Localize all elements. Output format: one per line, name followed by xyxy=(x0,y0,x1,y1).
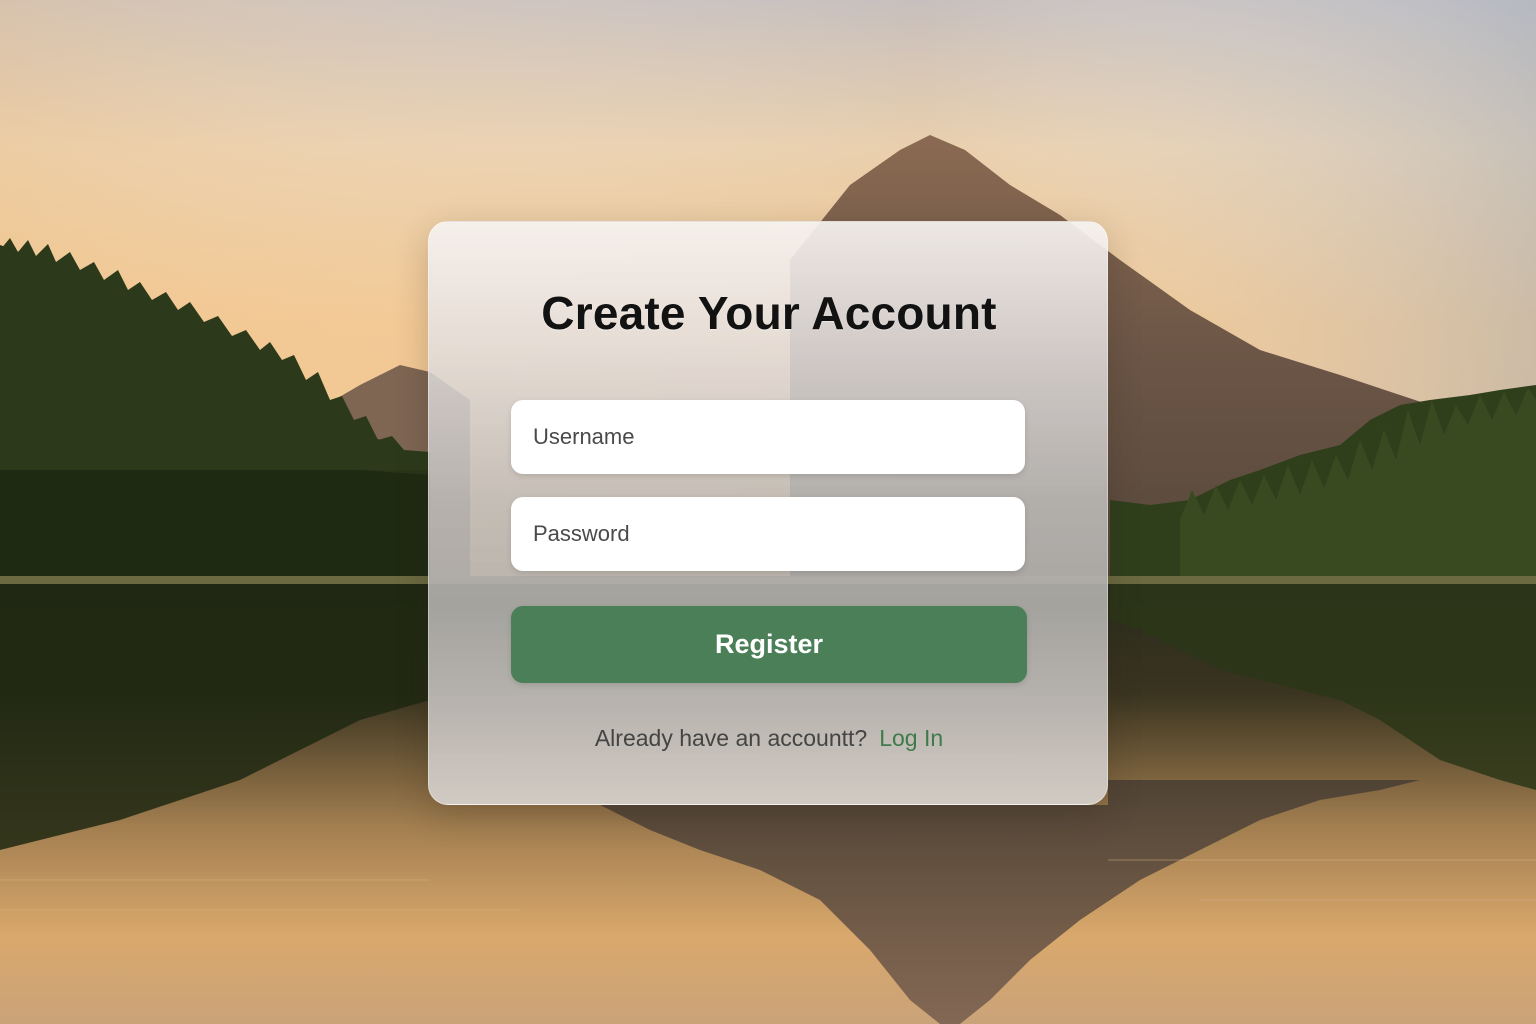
login-link[interactable]: Log In xyxy=(879,725,943,751)
register-button[interactable]: Register xyxy=(511,606,1027,683)
login-prompt-text: Already have an accountt? xyxy=(594,725,868,751)
register-card: Create Your Account Register Already hav… xyxy=(428,221,1108,805)
page-title: Create Your Account xyxy=(541,287,997,339)
username-input[interactable] xyxy=(511,400,1025,474)
login-prompt-line: Already have an accountt? Log In xyxy=(429,725,1109,752)
password-input[interactable] xyxy=(511,497,1025,571)
